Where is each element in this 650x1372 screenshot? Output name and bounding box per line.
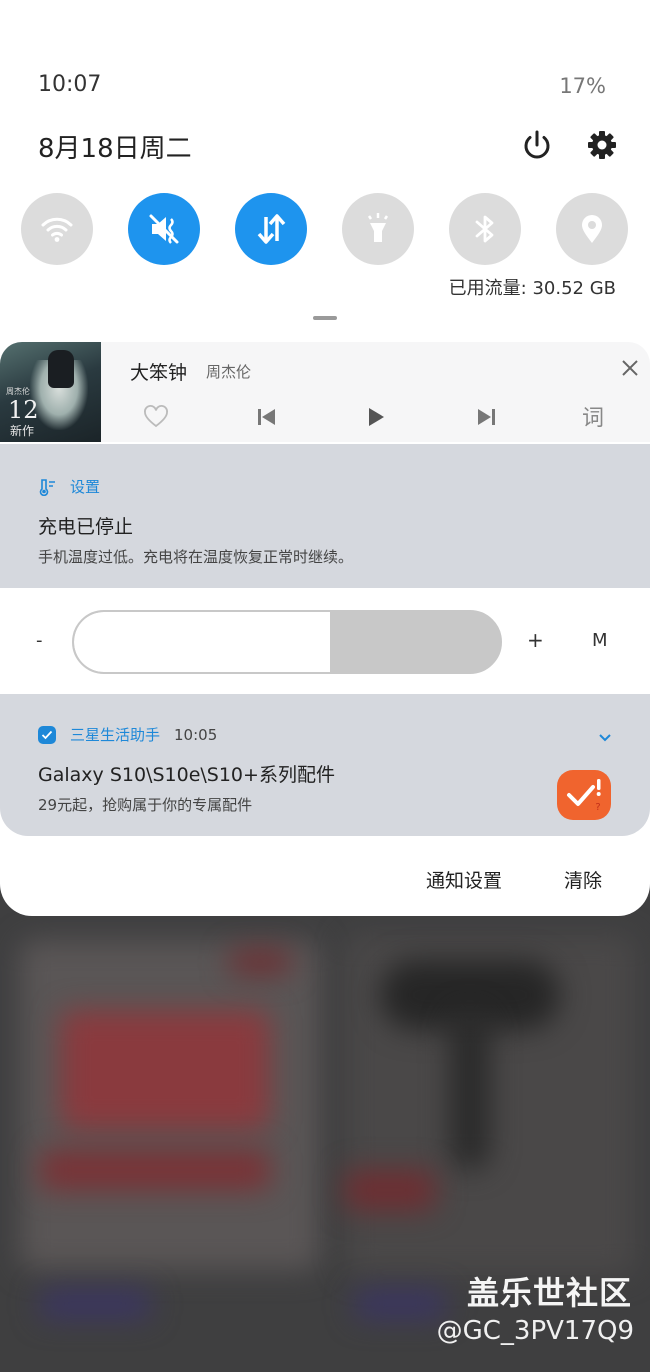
watermark-title: 盖乐世社区 (466, 1274, 632, 1312)
mobile-data-toggle[interactable] (235, 193, 307, 265)
notification-app-name: 设置 (70, 478, 101, 496)
gear-icon[interactable] (585, 128, 619, 162)
promo-app-icon: ? (557, 770, 611, 820)
notification-title: Galaxy S10\S10e\S10+系列配件 (38, 764, 335, 786)
brightness-plus[interactable]: + (527, 628, 544, 652)
battery-percent: 17% (559, 74, 606, 98)
media-player-card[interactable]: 周杰伦 12 新作 大笨钟 周杰伦 词 (0, 342, 650, 442)
artist-name: 周杰伦 (206, 363, 252, 381)
album-number: 12 (8, 396, 39, 424)
notification-title: 充电已停止 (38, 516, 134, 538)
previous-track-icon[interactable] (254, 404, 280, 430)
notification-text: 手机温度过低。充电将在温度恢复正常时继续。 (38, 548, 354, 566)
notification-text: 29元起，抢购属于你的专属配件 (38, 796, 253, 814)
brightness-fill (74, 612, 330, 672)
promo-notification[interactable]: 三星生活助手 10:05 Galaxy S10\S10e\S10+系列配件 29… (0, 694, 650, 836)
bluetooth-icon (475, 215, 494, 243)
notification-shade: 10:07 17% 8月18日周二 已用流量: 30.52 GB 周杰伦 12 … (0, 0, 650, 916)
location-toggle[interactable] (556, 193, 628, 265)
chevron-down-icon[interactable] (598, 728, 612, 742)
bluetooth-toggle[interactable] (449, 193, 521, 265)
thermometer-icon (38, 478, 56, 496)
flashlight-icon (367, 213, 389, 242)
svg-text:?: ? (595, 802, 600, 813)
date-label: 8月18日周二 (38, 134, 192, 164)
location-pin-icon (582, 215, 602, 243)
status-time: 10:07 (38, 72, 102, 97)
close-icon[interactable] (620, 358, 640, 378)
brightness-minus[interactable]: - (36, 630, 43, 651)
notification-settings-button[interactable]: 通知设置 (426, 866, 502, 893)
notification-time: 10:05 (174, 725, 218, 744)
brightness-mode[interactable]: M (592, 630, 608, 651)
brightness-panel: - + M (0, 588, 650, 694)
song-title: 大笨钟 (130, 362, 188, 384)
lyrics-button[interactable]: 词 (582, 400, 604, 432)
album-art: 周杰伦 12 新作 (0, 342, 101, 442)
drag-handle[interactable] (313, 316, 337, 320)
notification-app-name: 三星生活助手 (70, 726, 161, 744)
flashlight-toggle[interactable] (342, 193, 414, 265)
mute-icon (149, 214, 179, 244)
wifi-icon (41, 217, 73, 242)
mute-toggle[interactable] (128, 193, 200, 265)
wifi-toggle[interactable] (21, 193, 93, 265)
data-transfer-icon (257, 214, 286, 244)
samsung-assistant-icon (38, 725, 56, 744)
heart-icon[interactable] (143, 404, 169, 430)
watermark-handle: @GC_3PV17Q9 (436, 1316, 634, 1346)
data-usage-label: 已用流量: 30.52 GB (448, 278, 616, 299)
album-text: 新作 (10, 424, 35, 438)
brightness-slider[interactable] (72, 610, 502, 674)
charging-notification[interactable]: 设置 充电已停止 手机温度过低。充电将在温度恢复正常时继续。 (0, 444, 650, 588)
clear-button[interactable]: 清除 (564, 866, 602, 893)
power-icon[interactable] (520, 128, 554, 162)
next-track-icon[interactable] (473, 404, 499, 430)
play-icon[interactable] (363, 404, 389, 430)
